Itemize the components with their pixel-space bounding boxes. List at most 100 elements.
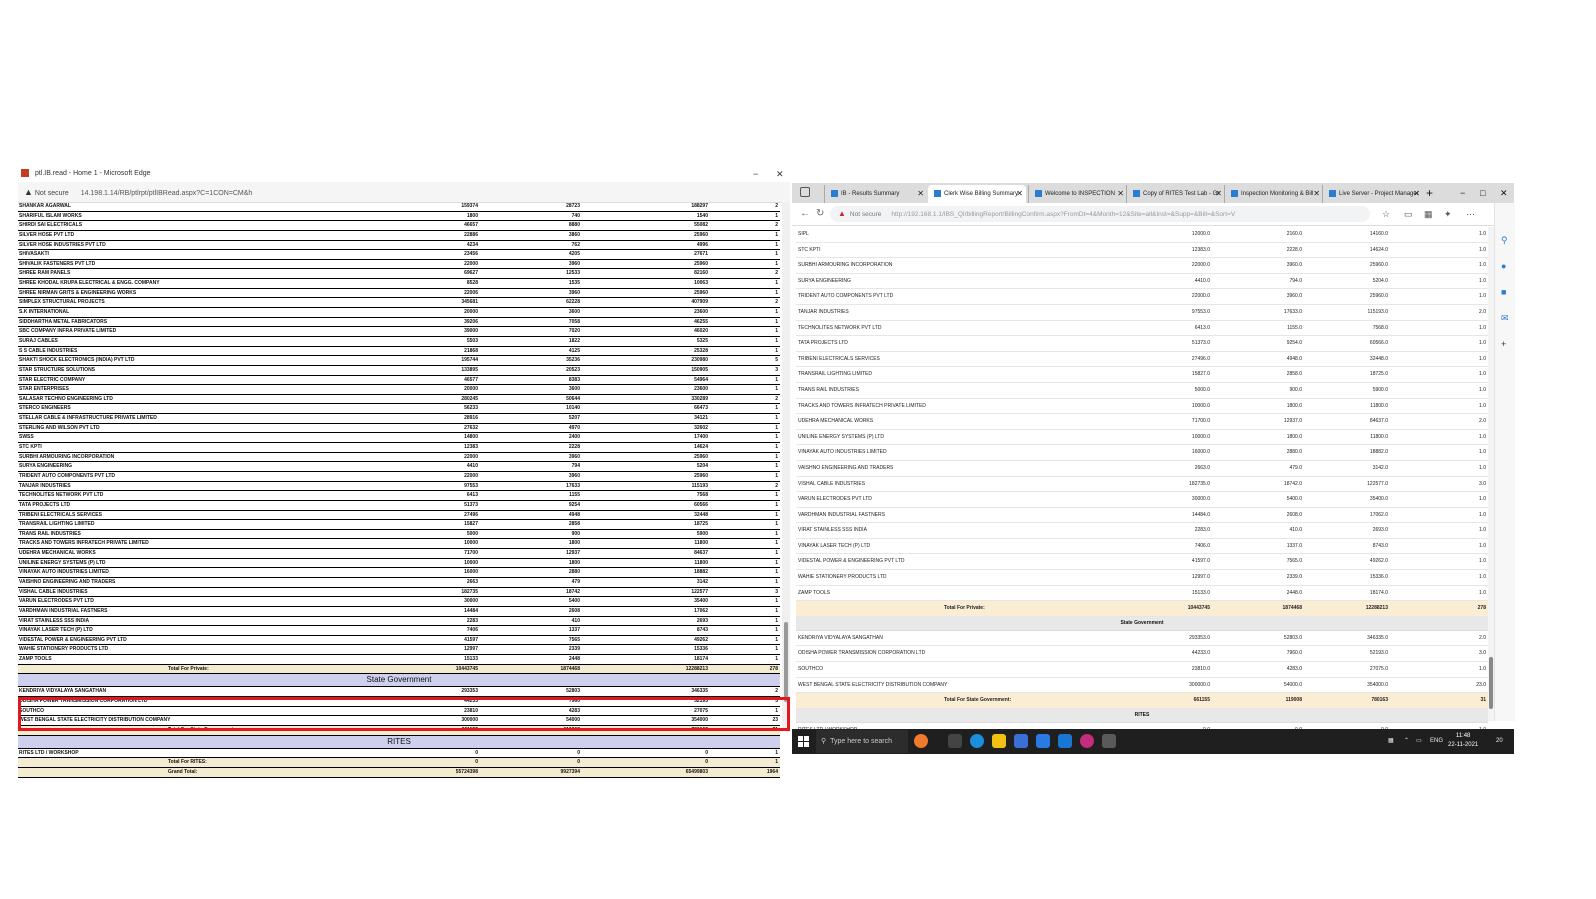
- cell-col3: 32448.0: [1369, 355, 1388, 362]
- cell-col4: 1: [775, 328, 778, 335]
- tab-close-icon[interactable]: ✕: [1016, 185, 1023, 203]
- cell-col3: 8743.0: [1372, 542, 1388, 549]
- task-view-icon[interactable]: [948, 734, 962, 748]
- refresh-icon[interactable]: ↻: [816, 203, 824, 225]
- right-scroll-thumb[interactable]: [1489, 657, 1493, 709]
- left-url-text[interactable]: 14.198.1.14/RB/ptlrpt/ptlIBRead.aspx?C=1…: [81, 190, 253, 197]
- new-tab-icon[interactable]: +: [1426, 184, 1433, 202]
- cell-col4: 1.0: [1479, 558, 1486, 565]
- browser-tab[interactable]: Live Server - Project Manager ✕: [1322, 185, 1423, 203]
- minimize-icon[interactable]: −: [1460, 183, 1465, 203]
- search-icon[interactable]: ⚲: [1501, 235, 1508, 246]
- table-row: SURAJ CABLES 5503 1822 5325 1: [18, 337, 780, 347]
- cell-col1: 14484: [464, 607, 478, 614]
- cell-col0: VISHAL CABLE INDUSTRIES: [798, 480, 866, 487]
- cell-col0: SURBHI ARMOURING INCORPORATION: [19, 453, 115, 460]
- browser-tab[interactable]: Copy of RITES Test Lab - Gr ✕: [1126, 185, 1225, 203]
- cell-col2: 1155.0: [1287, 324, 1302, 331]
- minimize-icon[interactable]: −: [753, 166, 758, 182]
- table-row: TATA PROJECTS LTD 51373 9254 60566 1: [18, 501, 780, 511]
- section-header-state-government: State Government: [796, 616, 1488, 631]
- news-weather-icon[interactable]: [914, 734, 928, 748]
- browser-tab[interactable]: Welcome to INSPECTION ✕: [1028, 185, 1127, 203]
- left-address-bar[interactable]: ▲ Not secure 14.198.1.14/RB/ptlrpt/ptlIB…: [18, 182, 790, 203]
- taskbar-clock[interactable]: 11:48 22-11-2021: [1448, 732, 1478, 750]
- close-icon[interactable]: ✕: [776, 166, 784, 182]
- cell-col2: 2608: [568, 607, 580, 614]
- tab-favicon-icon: [831, 189, 838, 197]
- close-icon[interactable]: ✕: [1500, 183, 1508, 203]
- extensions-icon[interactable]: ✦: [1444, 203, 1452, 225]
- menu-icon[interactable]: ⋯: [1466, 203, 1475, 225]
- cell-col3: 52193.0: [1369, 650, 1388, 657]
- cell-col4: 1: [775, 280, 778, 287]
- table-row: TRANS RAIL INDUSTRIES 5000 900 5900 1: [18, 530, 780, 540]
- cell-col3: 0: [705, 749, 708, 756]
- cell-col3: 11800.0: [1370, 402, 1388, 409]
- cell-col0: TRACKS AND TOWERS INFRATECH PRIVATE LIMI…: [19, 540, 149, 547]
- tab-close-icon[interactable]: ✕: [1313, 185, 1320, 203]
- cell-col2: 10140: [566, 405, 580, 412]
- cell-col0: SHIRDI SAI ELECTRICALS: [19, 222, 83, 229]
- tray-network-icon[interactable]: ▭: [1416, 729, 1422, 754]
- tray-grid-icon[interactable]: ▦: [1388, 729, 1394, 754]
- office-icon[interactable]: ■: [1501, 287, 1506, 297]
- cell-col1: 23456: [464, 251, 478, 258]
- left-scrollbar[interactable]: [782, 202, 790, 728]
- back-icon[interactable]: ←: [800, 203, 810, 225]
- shopping-icon[interactable]: ●: [1501, 261, 1506, 271]
- split-screen-icon[interactable]: ▭: [1404, 203, 1413, 225]
- cell-col3: 14624.0: [1369, 246, 1388, 253]
- tray-chevron-icon[interactable]: ⌃: [1404, 729, 1409, 754]
- windows-start-icon[interactable]: [798, 736, 809, 747]
- tray-language[interactable]: ENG: [1430, 729, 1443, 754]
- browser-tab[interactable]: IB - Results Summary ✕: [824, 185, 927, 203]
- cell-col3: 60566.0: [1369, 340, 1388, 347]
- notification-badge[interactable]: 20: [1496, 729, 1503, 754]
- favorites-icon[interactable]: ☆: [1382, 203, 1390, 225]
- tab-close-icon[interactable]: ✕: [1117, 185, 1124, 203]
- browser-tab[interactable]: Inspection Monitoring & Bill ✕: [1224, 185, 1323, 203]
- cell-col3: 5900: [696, 530, 708, 537]
- file-explorer-icon[interactable]: [992, 734, 1006, 748]
- cell-col0: SHREE KHODAL KRUPA ELECTRICAL & ENGG. CO…: [19, 280, 160, 287]
- table-row: SIMPLEX STRUCTURAL PROJECTS 345681 62228 40…: [18, 298, 780, 309]
- browser-app-icon[interactable]: [1080, 734, 1094, 748]
- table-row: SURBHI ARMOURING INCORPORATION 22000.0 396…: [796, 258, 1488, 274]
- skype-icon[interactable]: [1058, 734, 1072, 748]
- cell-col4: 2: [775, 270, 778, 277]
- taskbar-search-field[interactable]: ⚲ Type here to search: [816, 730, 908, 753]
- cell-col1: 22000.0: [1191, 262, 1210, 269]
- cell-col4: 3.0: [1479, 480, 1486, 487]
- mail-icon[interactable]: [1036, 734, 1050, 748]
- cell-col3: 407909: [691, 299, 708, 306]
- cell-col2: 28723: [566, 203, 580, 209]
- right-url-text[interactable]: http://192.168.1.1/IBS_QI/billingReport/…: [891, 211, 1235, 218]
- tools-app-icon[interactable]: [1102, 734, 1116, 748]
- tab-close-icon[interactable]: ✕: [1413, 185, 1420, 203]
- cell-col1: 97553: [464, 482, 478, 489]
- cell-col1: 69627: [464, 270, 478, 277]
- cell-col1: 4234: [466, 241, 478, 248]
- cell-col3: 49262: [694, 636, 708, 643]
- cell-col1: 14484.0: [1191, 511, 1210, 518]
- url-field[interactable]: ▲ Not secure http://192.168.1.1/IBS_QI/bil…: [830, 206, 1370, 222]
- tab-close-icon[interactable]: ✕: [1215, 185, 1222, 203]
- cell-col2: 4948: [568, 511, 580, 518]
- collections-icon[interactable]: ▦: [1424, 203, 1433, 225]
- cell-col4: 1.0: [1479, 511, 1486, 518]
- browser-tab[interactable]: Clerk Wise Billing Summary ✕: [928, 185, 1026, 203]
- outlook-icon[interactable]: ✉: [1501, 313, 1509, 324]
- add-icon[interactable]: +: [1501, 339, 1506, 349]
- tab-close-icon[interactable]: ✕: [917, 185, 924, 203]
- cell-col1: 5503: [466, 337, 478, 344]
- store-icon[interactable]: [1014, 734, 1028, 748]
- highlight-box: [18, 697, 790, 731]
- edge-taskbar-icon[interactable]: [970, 734, 984, 748]
- workspaces-icon[interactable]: [800, 187, 810, 197]
- cell-col4: 1: [775, 212, 778, 219]
- left-billing-table: SHANKAR AGARWAL 159374 28723 188297 2 SHARIFU…: [18, 202, 780, 778]
- left-scroll-thumb[interactable]: [784, 622, 788, 702]
- cell-col4: 2: [775, 482, 778, 489]
- restore-icon[interactable]: □: [1480, 183, 1485, 203]
